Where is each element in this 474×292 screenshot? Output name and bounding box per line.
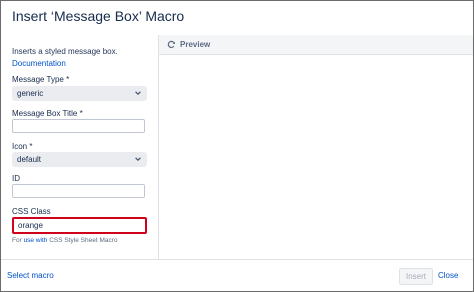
message-type-value: generic	[17, 89, 44, 98]
chevron-down-icon	[135, 157, 141, 162]
macro-description: Inserts a styled message box.	[12, 47, 118, 56]
insert-button[interactable]: Insert	[399, 268, 433, 285]
refresh-icon[interactable]	[167, 40, 176, 49]
css-hint-prefix: For	[12, 237, 24, 244]
css-hint: For use with CSS Style Sheet Macro	[12, 237, 118, 244]
css-class-input[interactable]	[12, 217, 147, 234]
icon-value: default	[17, 155, 42, 164]
message-box-title-input[interactable]	[12, 119, 145, 133]
macro-form: Inserts a styled message box. Documentat…	[1, 35, 158, 259]
preview-panel: Preview	[158, 35, 473, 259]
macro-dialog: Insert ‘Message Box’ Macro Inserts a sty…	[0, 0, 474, 292]
dialog-header: Insert ‘Message Box’ Macro	[1, 1, 473, 35]
documentation-link[interactable]: Documentation	[12, 59, 66, 68]
icon-label: Icon *	[12, 142, 33, 151]
dialog-footer: Select macro Insert Close	[1, 259, 473, 291]
message-type-select[interactable]: generic	[12, 86, 147, 101]
css-hint-link[interactable]: use with	[24, 237, 48, 244]
select-macro-link[interactable]: Select macro	[7, 271, 54, 280]
icon-select[interactable]: default	[12, 152, 147, 167]
message-box-title-label: Message Box Title *	[12, 109, 83, 118]
preview-header: Preview	[159, 35, 473, 55]
css-class-label: CSS Class	[12, 207, 51, 216]
close-button[interactable]: Close	[438, 271, 458, 280]
id-label: ID	[12, 174, 20, 183]
chevron-down-icon	[135, 91, 141, 96]
css-hint-suffix: CSS Style Sheet Macro	[47, 237, 118, 244]
preview-label: Preview	[180, 40, 211, 49]
dialog-title: Insert ‘Message Box’ Macro	[12, 8, 185, 24]
message-type-label: Message Type *	[12, 75, 70, 84]
id-input[interactable]	[12, 184, 145, 198]
